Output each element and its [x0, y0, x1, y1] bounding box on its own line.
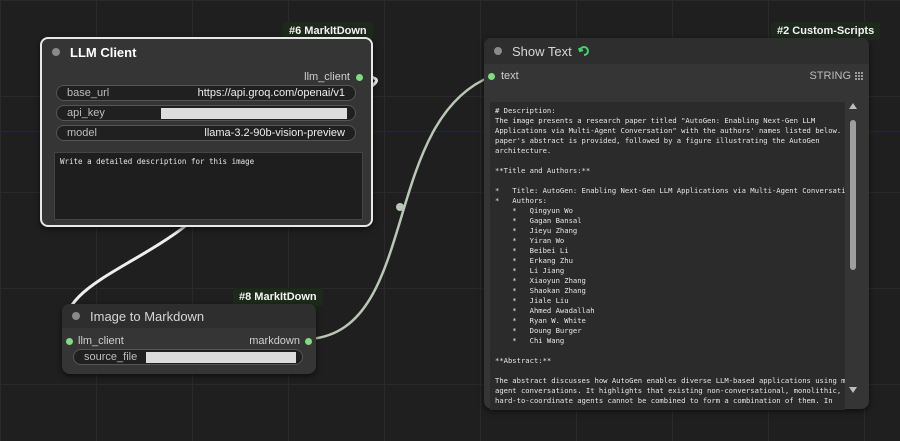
- field-label: source_file: [84, 351, 138, 363]
- output-socket[interactable]: [356, 73, 363, 81]
- input-socket[interactable]: [66, 337, 73, 345]
- collapse-dot-icon[interactable]: [52, 48, 60, 56]
- refresh-icon[interactable]: [577, 44, 591, 58]
- model-field[interactable]: model llama-3.2-90b-vision-preview: [56, 125, 356, 141]
- text-output[interactable]: # Description: The image presents a rese…: [490, 102, 845, 410]
- node-title: Show Text: [512, 43, 572, 59]
- node-title: LLM Client: [70, 44, 137, 60]
- output-port-markdown[interactable]: markdown: [249, 335, 312, 347]
- input-port-llm-client[interactable]: llm_client: [66, 335, 124, 347]
- show-text-node[interactable]: Show Text text STRING # Description: The…: [484, 38, 869, 410]
- type-label: STRING: [809, 70, 863, 82]
- llm-client-node[interactable]: LLM Client llm_client base_url https://a…: [40, 37, 373, 227]
- input-port-text[interactable]: text: [488, 70, 519, 82]
- field-label: base_url: [67, 87, 110, 99]
- link-midpoint: [396, 203, 404, 211]
- field-value: llama-3.2-90b-vision-preview: [204, 127, 345, 139]
- scrollbar-thumb[interactable]: [850, 120, 856, 270]
- api-key-field[interactable]: api_key: [56, 105, 356, 121]
- grid-icon[interactable]: [855, 72, 863, 80]
- prompt-textarea[interactable]: Write a detailed description for this im…: [54, 152, 363, 220]
- up-arrow-icon[interactable]: [848, 102, 858, 110]
- node-title: Image to Markdown: [90, 308, 205, 324]
- field-label: api_key: [67, 107, 105, 119]
- collapse-dot-icon[interactable]: [494, 47, 502, 55]
- node-title-bar[interactable]: Image to Markdown: [62, 304, 316, 328]
- scrollbar[interactable]: [848, 100, 858, 396]
- type-text: STRING: [809, 70, 851, 82]
- image-to-markdown-node[interactable]: Image to Markdown llm_client markdown so…: [62, 304, 316, 374]
- field-value: https://api.groq.com/openai/v1: [197, 87, 345, 99]
- port-label: llm_client: [304, 71, 350, 83]
- redacted-value: [146, 352, 296, 363]
- node-title-bar[interactable]: LLM Client: [42, 39, 371, 65]
- output-socket[interactable]: [305, 337, 312, 345]
- field-label: model: [67, 127, 97, 139]
- port-label: llm_client: [78, 335, 124, 347]
- down-arrow-icon[interactable]: [848, 386, 858, 394]
- node-title-bar[interactable]: Show Text: [484, 38, 869, 64]
- port-label: markdown: [249, 335, 300, 347]
- base-url-field[interactable]: base_url https://api.groq.com/openai/v1: [56, 85, 356, 101]
- output-port-llm-client[interactable]: llm_client: [304, 71, 363, 83]
- port-label: text: [501, 70, 519, 82]
- collapse-dot-icon[interactable]: [72, 312, 80, 320]
- source-file-field[interactable]: source_file: [73, 349, 303, 365]
- input-socket[interactable]: [488, 72, 495, 80]
- redacted-value: [161, 108, 347, 119]
